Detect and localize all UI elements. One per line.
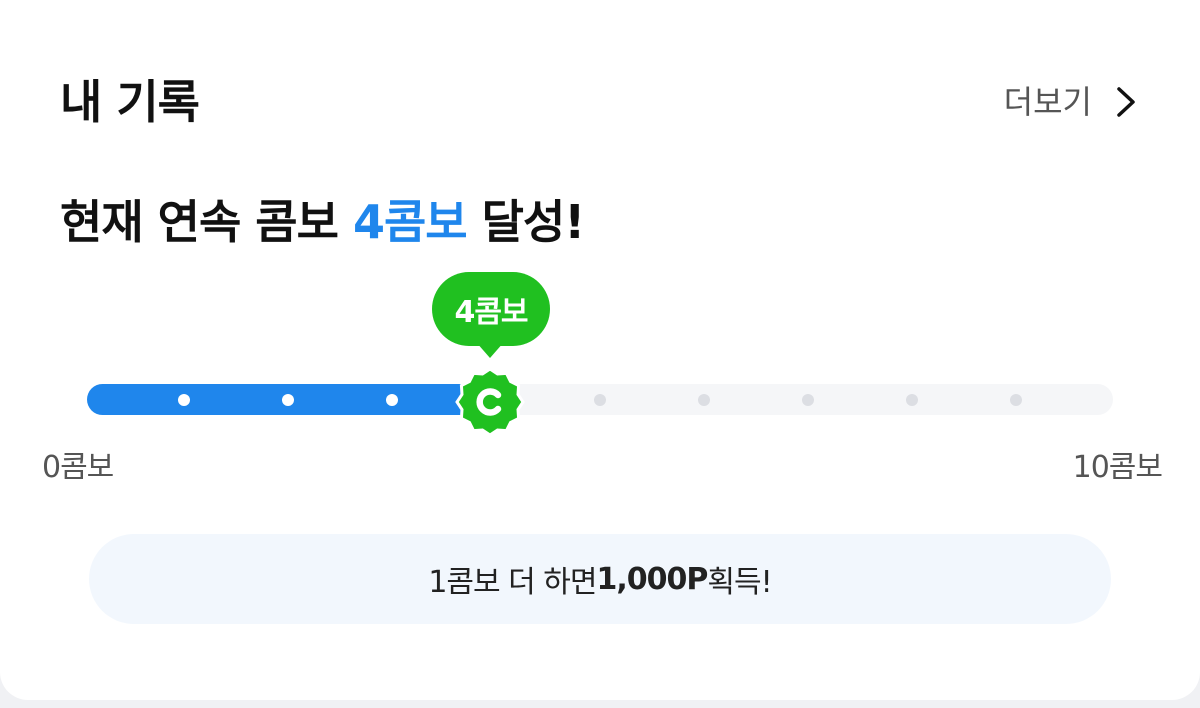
progress-step-dot	[906, 394, 918, 406]
combo-headline: 현재 연속 콤보 4콤보 달성!	[60, 192, 586, 252]
reward-prefix: 1콤보 더 하면	[428, 565, 597, 600]
bubble-tail	[476, 342, 504, 358]
my-record-card: 내 기록 더보기 현재 연속 콤보 4콤보 달성! 4콤보 0콤보 10콤보 1…	[0, 0, 1200, 700]
range-min-label: 0콤보	[42, 450, 114, 485]
progress-step-dot	[178, 394, 190, 406]
combo-progress-track	[87, 384, 1113, 415]
reward-notice: 1콤보 더 하면 1,000P 획득!	[89, 534, 1111, 624]
headline-suffix: 달성!	[466, 195, 586, 249]
progress-step-dot	[802, 394, 814, 406]
progress-step-dot	[282, 394, 294, 406]
combo-progress-fill	[87, 384, 502, 415]
section-title: 내 기록	[60, 75, 200, 129]
progress-step-dot	[386, 394, 398, 406]
headline-highlight: 4콤보	[352, 195, 468, 249]
progress-step-dot	[594, 394, 606, 406]
headline-prefix: 현재 연속 콤보	[60, 195, 353, 249]
progress-step-dot	[1010, 394, 1022, 406]
current-combo-bubble: 4콤보	[432, 272, 550, 346]
chevron-right-icon	[1117, 87, 1135, 117]
combo-badge-icon	[455, 367, 525, 437]
range-max-label: 10콤보	[1072, 450, 1163, 485]
reward-suffix: 획득!	[707, 565, 772, 600]
reward-points: 1,000P	[596, 561, 709, 597]
more-link[interactable]: 더보기	[1004, 80, 1140, 124]
more-label: 더보기	[1003, 83, 1092, 121]
progress-step-dot	[698, 394, 710, 406]
